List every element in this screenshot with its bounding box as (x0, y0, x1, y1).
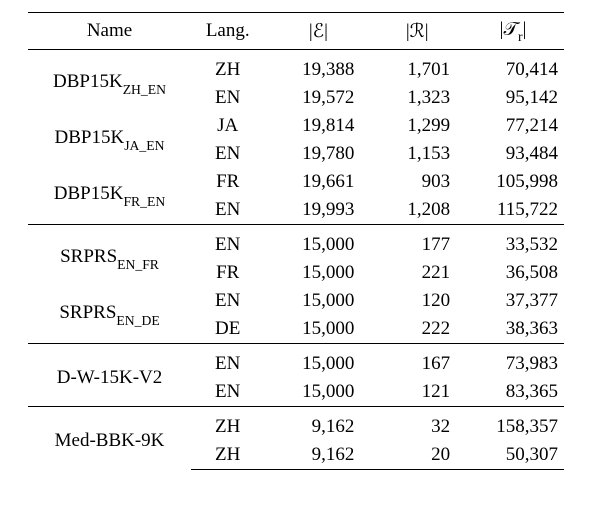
cell-lang: FR (191, 168, 264, 196)
dataset-name: D-W-15K-V2 (28, 343, 191, 406)
cell-e: 19,661 (264, 168, 372, 196)
cell-tr: 73,983 (462, 343, 564, 378)
cell-lang: EN (191, 287, 264, 315)
cell-r: 20 (372, 441, 462, 470)
cell-e: 15,000 (264, 343, 372, 378)
cell-r: 120 (372, 287, 462, 315)
cell-e: 9,162 (264, 406, 372, 441)
cell-r: 121 (372, 378, 462, 407)
cell-lang: EN (191, 140, 264, 168)
name-sub: FR_EN (123, 194, 165, 209)
cell-e: 9,162 (264, 441, 372, 470)
cell-tr: 50,307 (462, 441, 564, 470)
cell-e: 15,000 (264, 224, 372, 259)
col-tr-close: | (523, 19, 527, 40)
table-row: DBP15KZH_EN ZH 19,388 1,701 70,414 (28, 49, 564, 84)
cell-lang: ZH (191, 441, 264, 470)
dataset-name: Med-BBK-9K (28, 406, 191, 469)
col-e: |ℰ| (264, 13, 372, 50)
cell-e: 15,000 (264, 315, 372, 344)
table-row: SRPRSEN_FR EN 15,000 177 33,532 (28, 224, 564, 259)
cell-r: 1,323 (372, 84, 462, 112)
cell-r: 1,153 (372, 140, 462, 168)
name-base: DBP15K (54, 183, 124, 204)
cell-lang: FR (191, 259, 264, 287)
cell-lang: DE (191, 315, 264, 344)
cell-e: 15,000 (264, 378, 372, 407)
col-tr: |𝒯r| (462, 13, 564, 50)
name-sub: ZH_EN (123, 82, 166, 97)
cell-e: 19,572 (264, 84, 372, 112)
table-row: DBP15KFR_EN FR 19,661 903 105,998 (28, 168, 564, 196)
table-row: DBP15KJA_EN JA 19,814 1,299 77,214 (28, 112, 564, 140)
table-row: SRPRSEN_DE EN 15,000 120 37,377 (28, 287, 564, 315)
table-header-row: Name Lang. |ℰ| |ℛ| |𝒯r| (28, 13, 564, 50)
cell-tr: 83,365 (462, 378, 564, 407)
cell-r: 222 (372, 315, 462, 344)
cell-tr: 38,363 (462, 315, 564, 344)
table-row: D-W-15K-V2 EN 15,000 167 73,983 (28, 343, 564, 378)
cell-tr: 77,214 (462, 112, 564, 140)
cell-tr: 158,357 (462, 406, 564, 441)
datasets-table: Name Lang. |ℰ| |ℛ| |𝒯r| DBP15KZH_EN ZH 1… (28, 12, 564, 470)
dataset-name: DBP15KFR_EN (28, 168, 191, 225)
dataset-name: DBP15KZH_EN (28, 49, 191, 112)
cell-tr: 37,377 (462, 287, 564, 315)
cell-tr: 33,532 (462, 224, 564, 259)
col-r: |ℛ| (372, 13, 462, 50)
col-name: Name (28, 13, 191, 50)
cell-r: 167 (372, 343, 462, 378)
cell-tr: 70,414 (462, 49, 564, 84)
cell-lang: ZH (191, 406, 264, 441)
cell-r: 1,299 (372, 112, 462, 140)
table-wrapper: Name Lang. |ℰ| |ℛ| |𝒯r| DBP15KZH_EN ZH 1… (0, 0, 592, 470)
cell-e: 19,780 (264, 140, 372, 168)
cell-e: 19,814 (264, 112, 372, 140)
name-base: DBP15K (55, 127, 125, 148)
cell-lang: EN (191, 224, 264, 259)
col-lang: Lang. (191, 13, 264, 50)
cell-lang: EN (191, 196, 264, 225)
dataset-name: SRPRSEN_FR (28, 224, 191, 287)
col-tr-sub: r (518, 29, 523, 44)
name-sub: EN_DE (116, 313, 159, 328)
cell-tr: 115,722 (462, 196, 564, 225)
table-row: Med-BBK-9K ZH 9,162 32 158,357 (28, 406, 564, 441)
cell-lang: EN (191, 378, 264, 407)
name-sub: EN_FR (117, 257, 159, 272)
cell-lang: EN (191, 343, 264, 378)
cell-r: 177 (372, 224, 462, 259)
cell-r: 32 (372, 406, 462, 441)
cell-e: 19,993 (264, 196, 372, 225)
cell-lang: JA (191, 112, 264, 140)
cell-tr: 105,998 (462, 168, 564, 196)
col-tr-open: |𝒯 (500, 19, 518, 40)
cell-e: 15,000 (264, 259, 372, 287)
dataset-name: SRPRSEN_DE (28, 287, 191, 344)
name-base: SRPRS (60, 246, 117, 267)
name-base: DBP15K (53, 71, 123, 92)
cell-lang: EN (191, 84, 264, 112)
cell-tr: 93,484 (462, 140, 564, 168)
dataset-name: DBP15KJA_EN (28, 112, 191, 168)
cell-tr: 36,508 (462, 259, 564, 287)
cell-tr: 95,142 (462, 84, 564, 112)
name-sub: JA_EN (124, 138, 164, 153)
cell-lang: ZH (191, 49, 264, 84)
cell-r: 1,701 (372, 49, 462, 84)
cell-r: 1,208 (372, 196, 462, 225)
cell-r: 903 (372, 168, 462, 196)
cell-e: 19,388 (264, 49, 372, 84)
cell-e: 15,000 (264, 287, 372, 315)
cell-r: 221 (372, 259, 462, 287)
name-base: SRPRS (59, 302, 116, 323)
